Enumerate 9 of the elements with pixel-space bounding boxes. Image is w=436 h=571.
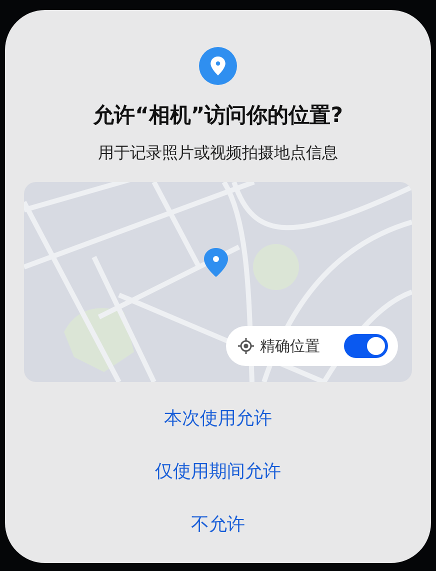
crosshair-icon [238, 338, 254, 354]
dialog-title: 允许“相机”访问你的位置? [93, 102, 343, 129]
toggle-switch[interactable] [344, 334, 388, 358]
dialog-button[interactable]: 本次使用允许 [150, 398, 286, 438]
dialog-button[interactable]: 仅使用期间允许 [141, 451, 295, 491]
location-pin-icon [199, 47, 237, 85]
precise-location-label: 精确位置 [260, 336, 320, 356]
dialog-button[interactable]: 不允许 [177, 504, 259, 544]
dialog-message: 用于记录照片或视频拍摄地点信息 [98, 143, 338, 164]
